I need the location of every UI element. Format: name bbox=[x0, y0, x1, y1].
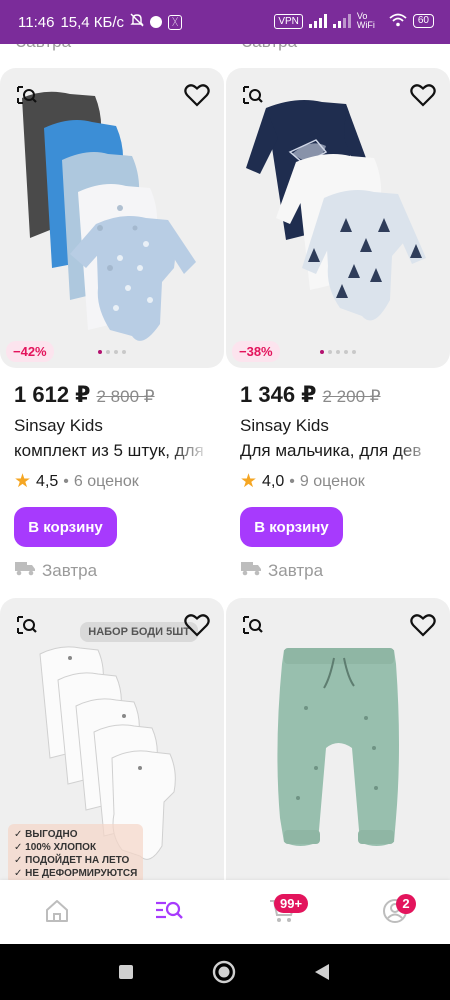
delivery-truck-icon bbox=[14, 560, 36, 581]
add-to-cart-button[interactable]: В корзину bbox=[240, 507, 343, 547]
battery-indicator: 60 bbox=[412, 14, 434, 28]
favorite-heart-icon[interactable] bbox=[408, 610, 438, 640]
find-similar-icon[interactable] bbox=[238, 80, 268, 110]
delivery-text: Завтра bbox=[268, 560, 324, 580]
find-similar-icon[interactable] bbox=[12, 80, 42, 110]
favorite-heart-icon[interactable] bbox=[408, 80, 438, 110]
feature-item: ✓ 100% ХЛОПОК bbox=[14, 842, 97, 853]
find-similar-icon[interactable] bbox=[12, 610, 42, 640]
product-card[interactable]: −42% 1 612 ₽ 2 800 ₽ Sinsay Kids комплек… bbox=[0, 68, 224, 581]
profile-notification-badge: 2 bbox=[396, 894, 416, 914]
rating-value: 4,0 bbox=[262, 472, 285, 490]
bodysuit-set-illustration bbox=[246, 100, 426, 321]
system-navigation-bar bbox=[0, 944, 450, 1000]
review-count: 9 оценок bbox=[299, 472, 365, 490]
discount-badge: −42% bbox=[6, 341, 54, 362]
product-feed[interactable]: Завтра Завтра bbox=[0, 44, 450, 880]
star-icon: ★ bbox=[240, 471, 258, 492]
product-image[interactable] bbox=[226, 598, 450, 880]
old-price: 2 800 ₽ bbox=[96, 387, 155, 406]
rating: ★ 4,0 • 9 оценок bbox=[240, 471, 365, 492]
peek-delivery-right: Завтра bbox=[242, 44, 297, 52]
product-image[interactable]: −38% bbox=[226, 68, 450, 368]
rating-value: 4,5 bbox=[36, 472, 59, 490]
current-price: 1 612 ₽ bbox=[14, 382, 91, 407]
star-icon: ★ bbox=[14, 471, 32, 492]
bottom-navigation: 99+ 2 bbox=[0, 880, 450, 944]
set-badge: НАБОР БОДИ 5ШТ bbox=[80, 622, 198, 642]
status-speed: 15,4 КБ/с bbox=[60, 13, 125, 31]
recent-apps-icon[interactable] bbox=[114, 960, 138, 984]
old-price: 2 200 ₽ bbox=[322, 387, 381, 406]
current-price: 1 346 ₽ bbox=[240, 382, 317, 407]
nav-catalog-search-icon[interactable] bbox=[154, 896, 184, 926]
notification-box-icon: ᚷ bbox=[168, 14, 183, 30]
product-image[interactable]: НАБОР БОДИ 5ШТ ✓ ВЫГОДНО ✓ 100% ХЛОПОК ✓… bbox=[0, 598, 224, 880]
review-count: 6 оценок bbox=[73, 472, 139, 490]
delivery-info: Завтра bbox=[240, 560, 450, 581]
peek-delivery-left: Завтра bbox=[16, 44, 71, 52]
image-carousel-dots bbox=[98, 350, 126, 354]
product-image[interactable]: −42% bbox=[0, 68, 224, 368]
home-button-icon[interactable] bbox=[212, 960, 236, 984]
vowifi-indicator: Vo WiFi bbox=[356, 11, 375, 30]
pants-illustration bbox=[277, 648, 399, 846]
delivery-info: Завтра bbox=[14, 560, 224, 581]
vpn-indicator: VPN bbox=[274, 13, 303, 29]
cart-count-badge: 99+ bbox=[274, 894, 309, 913]
product-card[interactable]: −38% 1 346 ₽ 2 200 ₽ Sinsay Kids Для мал… bbox=[226, 68, 450, 581]
add-to-cart-button[interactable]: В корзину bbox=[14, 507, 117, 547]
brand-name[interactable]: Sinsay Kids bbox=[240, 416, 450, 436]
product-card[interactable]: НАБОР БОДИ 5ШТ ✓ ВЫГОДНО ✓ 100% ХЛОПОК ✓… bbox=[0, 598, 224, 880]
muted-icon bbox=[130, 13, 144, 31]
features-list: ✓ ВЫГОДНО ✓ 100% ХЛОПОК ✓ ПОДОЙДЕТ НА ЛЕ… bbox=[8, 824, 144, 880]
notification-dot-icon bbox=[150, 16, 163, 28]
product-title[interactable]: Для мальчика, для дев bbox=[240, 441, 436, 461]
brand-name[interactable]: Sinsay Kids bbox=[14, 416, 224, 436]
status-bar: 11:46 15,4 КБ/с ᚷ VPN Vo WiFi 60 bbox=[0, 0, 450, 44]
delivery-truck-icon bbox=[240, 560, 262, 581]
signal-icon bbox=[308, 14, 327, 28]
rating: ★ 4,5 • 6 оценок bbox=[14, 471, 139, 492]
discount-badge: −38% bbox=[232, 341, 280, 362]
feature-item: ✓ НЕ ДЕФОРМИРУЮТСЯ bbox=[14, 868, 138, 879]
delivery-text: Завтра bbox=[42, 560, 98, 580]
feature-item: ✓ ПОДОЙДЕТ НА ЛЕТО bbox=[14, 855, 130, 866]
feature-item: ✓ ВЫГОДНО bbox=[14, 829, 78, 840]
previous-row-peek: Завтра Завтра bbox=[0, 44, 450, 56]
product-card[interactable] bbox=[226, 598, 450, 880]
back-button-icon[interactable] bbox=[310, 960, 334, 984]
signal-2-icon bbox=[332, 14, 351, 28]
favorite-heart-icon[interactable] bbox=[182, 610, 212, 640]
nav-home-icon[interactable] bbox=[42, 896, 72, 926]
wifi-icon bbox=[389, 13, 407, 30]
product-title[interactable]: комплект из 5 штук, для bbox=[14, 441, 210, 461]
bodysuit-set-illustration bbox=[22, 91, 196, 341]
status-time: 11:46 bbox=[18, 13, 55, 31]
favorite-heart-icon[interactable] bbox=[182, 80, 212, 110]
find-similar-icon[interactable] bbox=[238, 610, 268, 640]
image-carousel-dots bbox=[320, 350, 356, 354]
